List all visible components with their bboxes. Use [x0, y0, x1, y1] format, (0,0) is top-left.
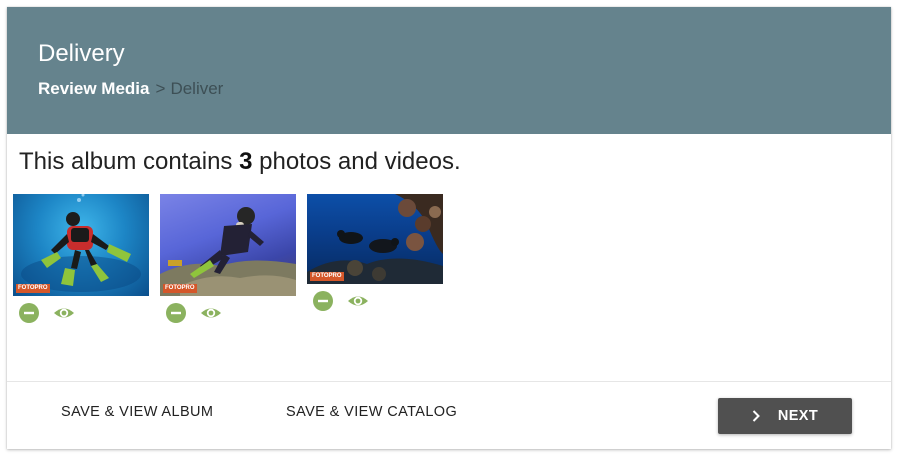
watermark-label: FOTOPRO — [310, 272, 344, 281]
save-view-album-button[interactable]: SAVE & VIEW ALBUM — [61, 404, 213, 420]
watermark-label: FOTOPRO — [163, 284, 197, 293]
album-summary: This album contains 3 photos and videos. — [19, 148, 461, 176]
media-thumbnail-1[interactable]: FOTOPRO — [13, 194, 149, 296]
footer-divider — [7, 381, 891, 382]
summary-prefix: This album contains — [19, 148, 233, 175]
delivery-card: Delivery Review Media > Deliver This album… — [7, 7, 891, 449]
remove-icon[interactable] — [166, 303, 186, 323]
page-title: Delivery — [38, 40, 125, 67]
watermark-label: FOTOPRO — [16, 284, 50, 293]
next-button-label: NEXT — [777, 408, 819, 424]
save-view-catalog-button[interactable]: SAVE & VIEW CATALOG — [286, 404, 457, 420]
header-bar: Delivery Review Media > Deliver — [7, 7, 891, 134]
view-eye-icon[interactable] — [53, 303, 75, 323]
view-eye-icon[interactable] — [347, 291, 369, 311]
view-eye-icon[interactable] — [200, 303, 222, 323]
chevron-right-icon — [752, 410, 760, 422]
summary-suffix: photos and videos. — [259, 148, 461, 175]
breadcrumb-deliver: Deliver — [170, 79, 224, 98]
diver-photo-image — [160, 207, 296, 296]
remove-icon[interactable] — [313, 291, 333, 311]
next-button[interactable]: NEXT — [718, 398, 852, 434]
breadcrumb-review-media[interactable]: Review Media — [38, 79, 150, 98]
media-count: 3 — [239, 148, 253, 175]
coral-divers-photo-image — [307, 194, 443, 284]
breadcrumb-separator: > — [155, 79, 166, 98]
remove-icon[interactable] — [19, 303, 39, 323]
breadcrumb: Review Media > Deliver — [38, 79, 223, 99]
diver-photo-image — [21, 194, 141, 292]
media-thumbnail-2[interactable]: FOTOPRO — [160, 194, 296, 296]
media-thumbnail-3[interactable]: FOTOPRO — [307, 194, 443, 284]
